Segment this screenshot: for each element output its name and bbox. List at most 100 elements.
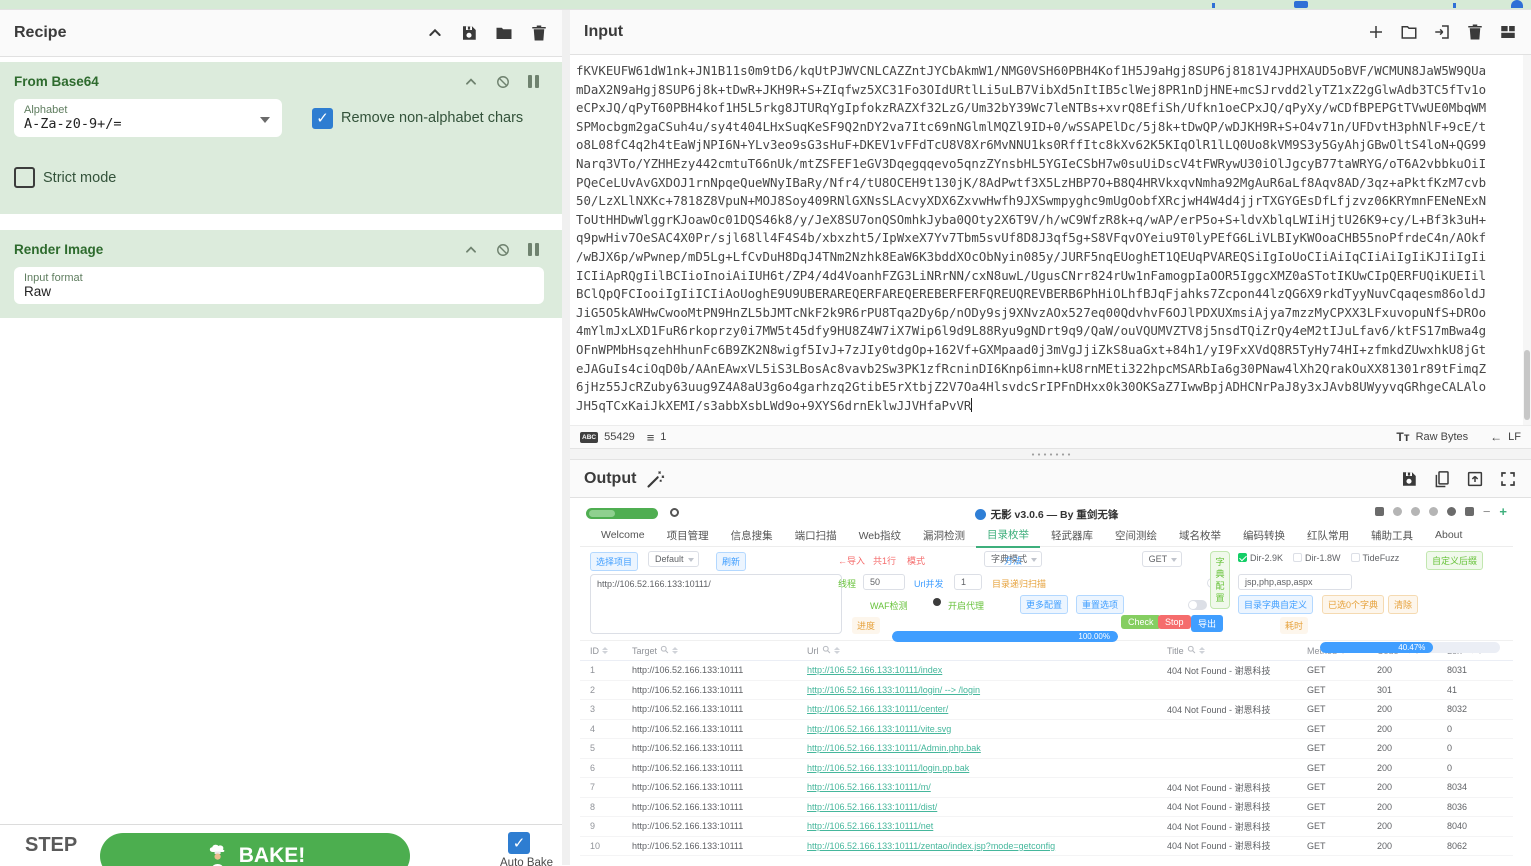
open-folder-icon[interactable] [1400, 23, 1418, 41]
checkbox-icon[interactable] [1238, 553, 1247, 562]
breakpoint-pause-icon[interactable] [528, 243, 542, 256]
input-text-line[interactable]: mDaX2N9aHgj8SUP6j8k+tDwR+JKH9R+S+ZIqfwz5… [576, 81, 1521, 100]
image-tab-Web指纹[interactable]: Web指纹 [848, 525, 912, 547]
search-icon[interactable] [1187, 645, 1196, 656]
table-row[interactable]: 10http://106.52.166.133:10111http://106.… [580, 837, 1513, 857]
table-row[interactable]: 8http://106.52.166.133:10111http://106.5… [580, 798, 1513, 818]
splitter-grip[interactable] [1030, 452, 1072, 457]
bake-button[interactable]: BAKE! [100, 833, 410, 866]
input-text-line[interactable]: eJAGuIs4ciOqD0b/AAnEAwxVL5iS3LBosAc8vavb… [576, 360, 1521, 379]
input-format-select[interactable]: Input format Raw [14, 267, 544, 304]
input-text-line[interactable]: ToUtHHDwWlggrKJoawOc01DQS46k8/y/JeX8SU7o… [576, 211, 1521, 230]
sort-icon[interactable] [1199, 647, 1205, 654]
sort-icon[interactable] [834, 647, 840, 654]
cell-url-link[interactable]: http://106.52.166.133:10111/zentao/index… [807, 841, 1167, 851]
input-text-line[interactable]: JH5qTCxKaiJkXEMI/s3abbXsbLWd9o+9XYS6drnE… [576, 397, 1521, 416]
breakpoint-pause-icon[interactable] [528, 75, 542, 88]
dict-checkbox-Dir-2.9K[interactable]: Dir-2.9K [1238, 553, 1283, 563]
column-header-target[interactable]: Target [632, 645, 807, 656]
image-tab-空间测绘[interactable]: 空间测绘 [1104, 525, 1168, 547]
collapse-operation-icon[interactable] [464, 243, 478, 257]
character-encoding-value[interactable]: Raw Bytes [1416, 431, 1469, 443]
column-header-title[interactable]: Title [1167, 645, 1307, 656]
input-text-line[interactable]: BClQpQFCIooiIgIiICIiAoUoghE9U9UBERAREQER… [576, 285, 1521, 304]
search-icon[interactable] [822, 645, 831, 656]
cell-url-link[interactable]: http://106.52.166.133:10111/login/ --> /… [807, 685, 1167, 695]
operation-from-base64[interactable]: From Base64 Alphabet A-Za-z0-9+/= [0, 62, 562, 214]
table-row[interactable]: 4http://106.52.166.133:10111http://106.5… [580, 720, 1513, 740]
remove-non-alphabet-checkbox[interactable]: ✓ [312, 108, 333, 129]
cell-url-link[interactable]: http://106.52.166.133:10111/vite.svg [807, 724, 1167, 734]
column-header-url[interactable]: Url [807, 645, 1167, 656]
input-textarea[interactable]: fKVKEUFW61dW1nk+JN1B11s0m9tD6/kqUtPJWVCN… [570, 55, 1531, 425]
image-tab-辅助工具[interactable]: 辅助工具 [1360, 525, 1424, 547]
disable-operation-icon[interactable] [496, 243, 510, 257]
image-tab-目录枚举[interactable]: 目录枚举 [976, 524, 1040, 548]
load-recipe-folder-icon[interactable] [495, 24, 513, 42]
search-icon[interactable] [660, 645, 669, 656]
input-text-line[interactable]: JiG5O5kAWHwCwooMtPN9HnZL5bJMTcNkF2k9R6rP… [576, 304, 1521, 323]
checkbox-icon[interactable] [1293, 553, 1302, 562]
sort-icon[interactable] [672, 647, 678, 654]
tab-layout-icon[interactable] [1499, 23, 1517, 41]
open-output-in-new-window-icon[interactable] [1466, 470, 1484, 488]
input-scrollbar-thumb[interactable] [1524, 350, 1530, 420]
strict-mode-checkbox[interactable] [14, 167, 35, 188]
input-scrollbar[interactable] [1523, 55, 1531, 425]
cell-url-link[interactable]: http://106.52.166.133:10111/dist/ [807, 802, 1167, 812]
cell-url-link[interactable]: http://106.52.166.133:10111/m/ [807, 782, 1167, 792]
image-tab-域名枚举[interactable]: 域名枚举 [1168, 525, 1232, 547]
cell-url-link[interactable]: http://106.52.166.133:10111/net [807, 821, 1167, 831]
cell-url-link[interactable]: http://106.52.166.133:10111/center/ [807, 704, 1167, 714]
image-tab-编码转换[interactable]: 编码转换 [1232, 525, 1296, 547]
auto-bake-checkbox[interactable]: ✓ [508, 832, 530, 854]
input-text-line[interactable]: o8L08fC4q2h4tEaWjNPI6N+YLv3eo9sG3sHuF+DK… [576, 136, 1521, 155]
input-text-line[interactable]: ICIiApRQgIilBCIioInoiAiIUH6t/ZP4/4d4Voan… [576, 267, 1521, 286]
input-text-line[interactable]: /wBJX6p/wPwnep/mD5Lg+LfCvDuH8DqJ4TNm2Nzh… [576, 248, 1521, 267]
step-button[interactable]: STEP [25, 834, 77, 857]
image-tab-端口扫描[interactable]: 端口扫描 [784, 525, 848, 547]
image-tab-红队常用[interactable]: 红队常用 [1296, 525, 1360, 547]
cell-url-link[interactable]: http://106.52.166.133:10111/Admin.php.ba… [807, 743, 1167, 753]
auto-bake-control[interactable]: ✓ Auto Bake [500, 832, 580, 866]
input-text-line[interactable]: OFnWPMbHsqzehHhunFc6B9ZK2N8wigf5IvJ+7zJI… [576, 341, 1521, 360]
input-text-line[interactable]: Narq3VTo/YZHHEzy442cmtuT66nUk/mtZSFEF1eG… [576, 155, 1521, 174]
image-tab-轻武器库[interactable]: 轻武器库 [1040, 525, 1104, 547]
copy-output-icon[interactable] [1433, 470, 1451, 488]
table-row[interactable]: 1http://106.52.166.133:10111http://106.5… [580, 661, 1513, 681]
image-tab-漏洞检测[interactable]: 漏洞检测 [912, 525, 976, 547]
input-text-line[interactable]: SPMocbgm2gaCSuh4u/sy4t404LHxSuqKeSF9Q2nD… [576, 118, 1521, 137]
image-tab-项目管理[interactable]: 项目管理 [656, 525, 720, 547]
io-splitter[interactable] [570, 448, 1531, 460]
clear-recipe-trash-icon[interactable] [530, 24, 548, 42]
save-output-icon[interactable] [1400, 470, 1418, 488]
table-row[interactable]: 2http://106.52.166.133:10111http://106.5… [580, 681, 1513, 701]
table-row[interactable]: 9http://106.52.166.133:10111http://106.5… [580, 817, 1513, 837]
table-row[interactable]: 5http://106.52.166.133:10111http://106.5… [580, 739, 1513, 759]
save-recipe-icon[interactable] [460, 24, 478, 42]
input-text-line[interactable]: PQeCeLUvAvGXDOJ1rnNpqeQueWNyIBaRy/Nfr4/t… [576, 174, 1521, 193]
input-text-line[interactable]: q9pwHiv7OeSAC4X0Pr/sjl68ll4F4S4b/xbxzht5… [576, 229, 1521, 248]
cell-url-link[interactable]: http://106.52.166.133:10111/login.pp.bak [807, 763, 1167, 773]
column-header-id[interactable]: ID [590, 646, 632, 656]
table-row[interactable]: 3http://106.52.166.133:10111http://106.5… [580, 700, 1513, 720]
collapse-recipe-icon[interactable] [427, 24, 443, 42]
input-text-line[interactable]: 50/LzXLlNXKc+7818Z8VpuN+MOJ8Soy409RNlGXN… [576, 192, 1521, 211]
collapse-operation-icon[interactable] [464, 75, 478, 89]
table-row[interactable]: 7http://106.52.166.133:10111http://106.5… [580, 778, 1513, 798]
input-text-line[interactable]: 4mYlmJxLXD1FuR6rkoprzy0i7MW5t45dfy9HU8Z4… [576, 322, 1521, 341]
clear-io-trash-icon[interactable] [1466, 23, 1484, 41]
input-text-line[interactable]: fKVKEUFW61dW1nk+JN1B11s0m9tD6/kqUtPJWVCN… [576, 62, 1521, 81]
image-tab-信息搜集[interactable]: 信息搜集 [720, 525, 784, 547]
operation-render-image[interactable]: Render Image Input format Raw [0, 230, 562, 318]
cell-url-link[interactable]: http://106.52.166.133:10111/index [807, 665, 1167, 675]
maximise-output-icon[interactable] [1499, 470, 1517, 488]
dict-checkbox-Dir-1.8W[interactable]: Dir-1.8W [1293, 553, 1341, 563]
table-row[interactable]: 6http://106.52.166.133:10111http://106.5… [580, 759, 1513, 779]
dict-checkbox-TideFuzz[interactable]: TideFuzz [1351, 553, 1400, 563]
sort-icon[interactable] [602, 647, 608, 654]
alphabet-select[interactable]: Alphabet A-Za-z0-9+/= [14, 99, 282, 137]
add-input-tab-icon[interactable] [1367, 23, 1385, 41]
disable-operation-icon[interactable] [496, 75, 510, 89]
input-text-line[interactable]: eCPxJQ/qPyT60PBH4kof1H5L5rkg8JTURqYgIpfo… [576, 99, 1521, 118]
